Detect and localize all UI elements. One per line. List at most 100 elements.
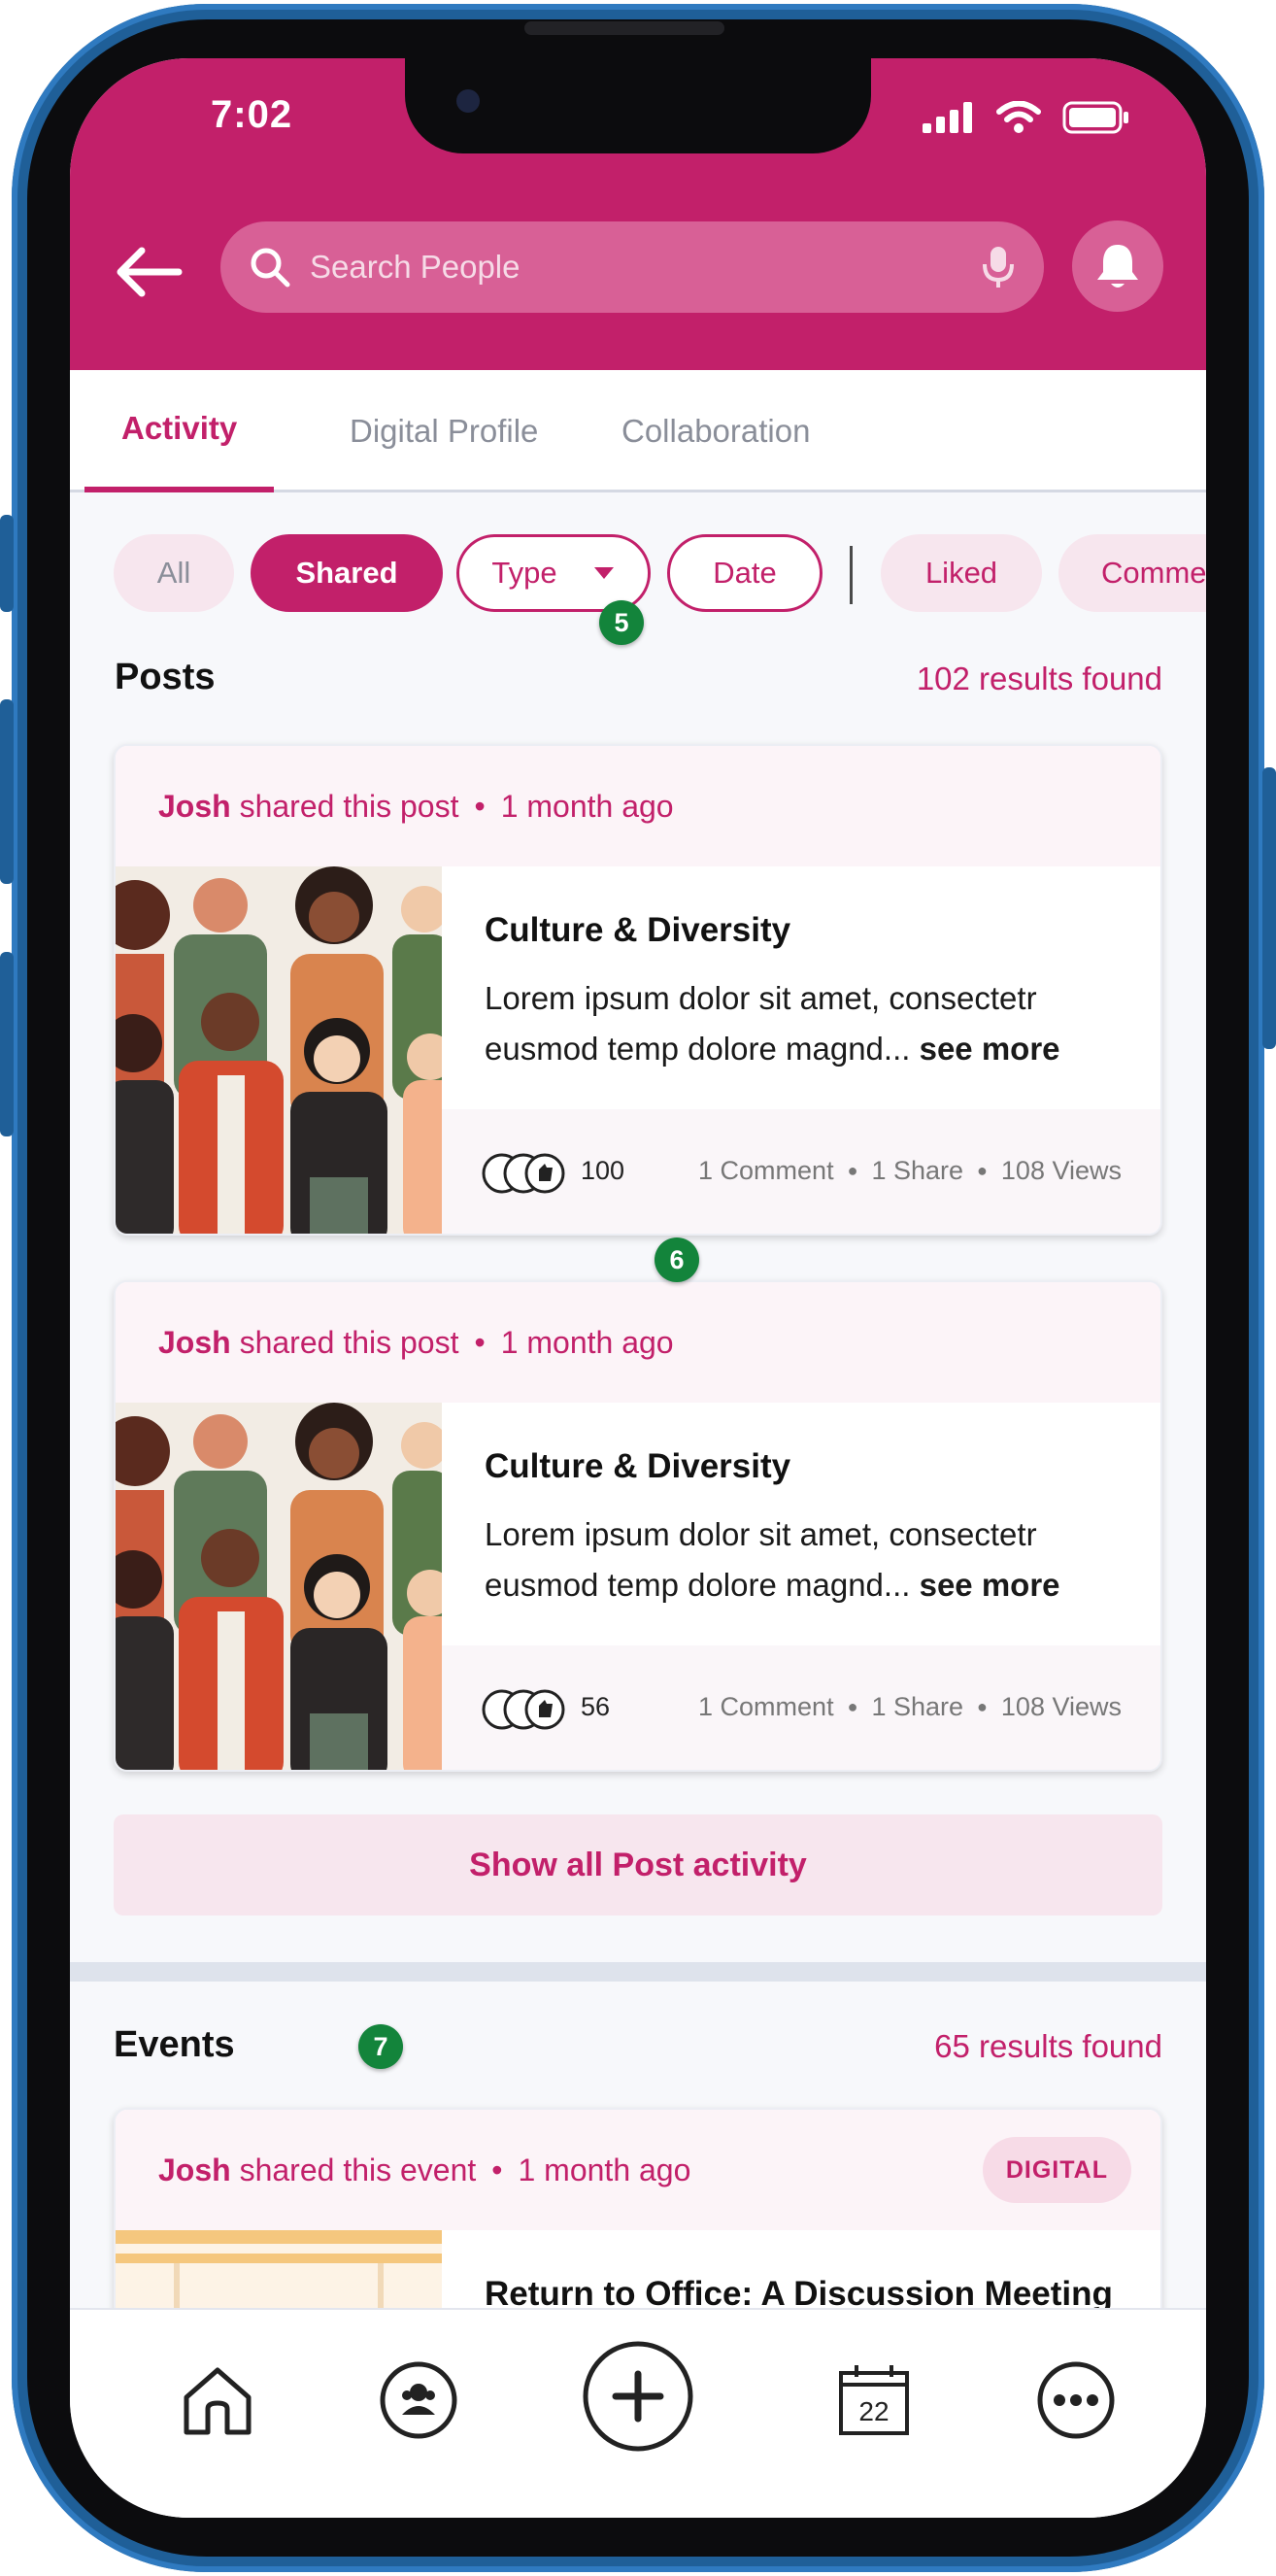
tab-activity[interactable]: Activity: [84, 370, 275, 492]
search-bar[interactable]: [220, 221, 1044, 313]
post-author[interactable]: Josh: [158, 789, 231, 825]
nav-calendar[interactable]: 22: [821, 2347, 927, 2454]
annotation-marker: 6: [655, 1237, 699, 1282]
wifi-icon: [996, 101, 1041, 133]
reaction-count: 56: [581, 1692, 611, 1721]
separator-dot: •: [474, 1324, 486, 1360]
more-icon: [1037, 2361, 1115, 2439]
post-card[interactable]: Josh shared this post • 1 month ago Cultur…: [114, 744, 1162, 1236]
section-divider: [70, 1962, 1206, 1982]
post-title[interactable]: Culture & Diversity: [485, 911, 790, 950]
filter-type-label: Type: [491, 556, 557, 590]
event-time: 1 month ago: [518, 2152, 691, 2187]
post-footer: 56 1 Comment ● 1 Share ● 108 Views: [442, 1645, 1160, 1770]
speaker-grille: [524, 21, 724, 35]
reactions-icon: [482, 1689, 565, 1730]
microphone-icon[interactable]: [982, 245, 1015, 289]
profile-tabs: Activity Digital Profile Collaboration: [70, 370, 1206, 492]
calendar-day: 22: [858, 2396, 890, 2426]
see-more-link[interactable]: see more: [920, 1031, 1060, 1067]
post-time: 1 month ago: [500, 1324, 674, 1360]
signal-icon: [923, 102, 972, 133]
post-footer: 100 1 Comment ● 1 Share ● 108 Views: [442, 1109, 1160, 1234]
comment-count[interactable]: 1 Comment: [698, 1156, 834, 1186]
separator-dot: ●: [977, 1697, 988, 1716]
reaction-count: 100: [581, 1156, 625, 1185]
caret-down-icon: [593, 567, 614, 579]
power-button: [1262, 767, 1276, 1049]
nav-home[interactable]: [164, 2347, 271, 2454]
search-input[interactable]: [310, 249, 982, 286]
events-results-count: 65 results found: [934, 2028, 1162, 2064]
people-illustration: [116, 866, 442, 1234]
view-count: 108 Views: [1000, 1692, 1122, 1721]
tab-label: Digital Profile: [350, 413, 539, 449]
front-camera: [456, 89, 480, 113]
see-more-link[interactable]: see more: [920, 1567, 1060, 1603]
filter-date[interactable]: Date: [667, 534, 823, 612]
filter-shared[interactable]: Shared: [251, 534, 443, 612]
filter-all[interactable]: All: [114, 534, 234, 612]
annotation-marker: 5: [599, 600, 644, 645]
post-action: shared this post: [239, 788, 459, 824]
filter-liked[interactable]: Liked: [881, 534, 1042, 612]
show-all-posts-button[interactable]: Show all Post activity: [114, 1814, 1162, 1915]
tab-collaboration[interactable]: Collaboration: [585, 370, 847, 492]
filter-comments[interactable]: Comme: [1058, 534, 1206, 612]
tab-label: Activity: [121, 410, 238, 446]
post-thumbnail[interactable]: [116, 1403, 442, 1770]
nav-create[interactable]: [575, 2333, 701, 2459]
filter-divider: [850, 546, 853, 604]
event-action: shared this event: [239, 2152, 477, 2187]
plus-icon: [583, 2341, 693, 2452]
post-time: 1 month ago: [500, 788, 674, 824]
separator-dot: ●: [847, 1697, 858, 1716]
volume-down-button: [0, 952, 14, 1136]
volume-up-button: [0, 699, 14, 884]
status-icons: [923, 101, 1130, 134]
bell-icon: [1097, 245, 1138, 288]
home-icon: [184, 2367, 252, 2435]
notifications-button[interactable]: [1072, 220, 1163, 312]
posts-results-count: 102 results found: [916, 661, 1162, 696]
separator-dot: •: [491, 2152, 503, 2187]
search-icon: [251, 248, 290, 288]
separator-dot: ●: [847, 1161, 858, 1180]
post-excerpt: Lorem ipsum dolor sit amet, consectetr e…: [485, 973, 1145, 1074]
screen: 7:02 Search People Activity Digital Prof…: [70, 58, 1206, 2518]
post-action: shared this post: [239, 1324, 459, 1360]
battery-icon: [1062, 101, 1128, 134]
post-card-header: Josh shared this post • 1 month ago: [116, 1282, 1160, 1403]
post-stats: 1 Comment ● 1 Share ● 108 Views: [698, 1692, 1122, 1722]
nav-more[interactable]: [1023, 2347, 1129, 2454]
annotation-marker: 7: [358, 2024, 403, 2069]
reactions-icon: [482, 1153, 565, 1194]
post-excerpt: Lorem ipsum dolor sit amet, consectetr e…: [485, 1509, 1145, 1610]
people-illustration: [116, 1403, 442, 1770]
post-card[interactable]: Josh shared this post • 1 month ago Cultur…: [114, 1280, 1162, 1772]
posts-section-title: Posts: [115, 657, 216, 697]
post-author[interactable]: Josh: [158, 1325, 231, 1361]
nav-profile[interactable]: [365, 2347, 472, 2454]
comment-count[interactable]: 1 Comment: [698, 1692, 834, 1722]
bottom-navigation: 22: [70, 2308, 1206, 2518]
separator-dot: ●: [977, 1161, 988, 1180]
post-title[interactable]: Culture & Diversity: [485, 1447, 790, 1486]
events-section-title: Events: [114, 2024, 235, 2065]
post-card-header: Josh shared this post • 1 month ago: [116, 746, 1160, 866]
status-time: 7:02: [211, 93, 293, 136]
event-author[interactable]: Josh: [158, 2152, 231, 2188]
event-type-badge: DIGITAL: [982, 2137, 1131, 2203]
post-stats: 1 Comment ● 1 Share ● 108 Views: [698, 1156, 1122, 1186]
back-button[interactable]: [109, 233, 186, 311]
separator-dot: •: [474, 788, 486, 824]
tab-label: Collaboration: [621, 413, 811, 449]
share-count[interactable]: 1 Share: [871, 1692, 963, 1722]
tab-digital-profile[interactable]: Digital Profile: [313, 370, 575, 492]
mute-switch: [0, 515, 14, 612]
profile-icon: [380, 2361, 457, 2439]
arrow-left-icon: [117, 247, 183, 297]
view-count: 108 Views: [1000, 1156, 1122, 1185]
share-count[interactable]: 1 Share: [871, 1156, 963, 1186]
post-thumbnail[interactable]: [116, 866, 442, 1234]
